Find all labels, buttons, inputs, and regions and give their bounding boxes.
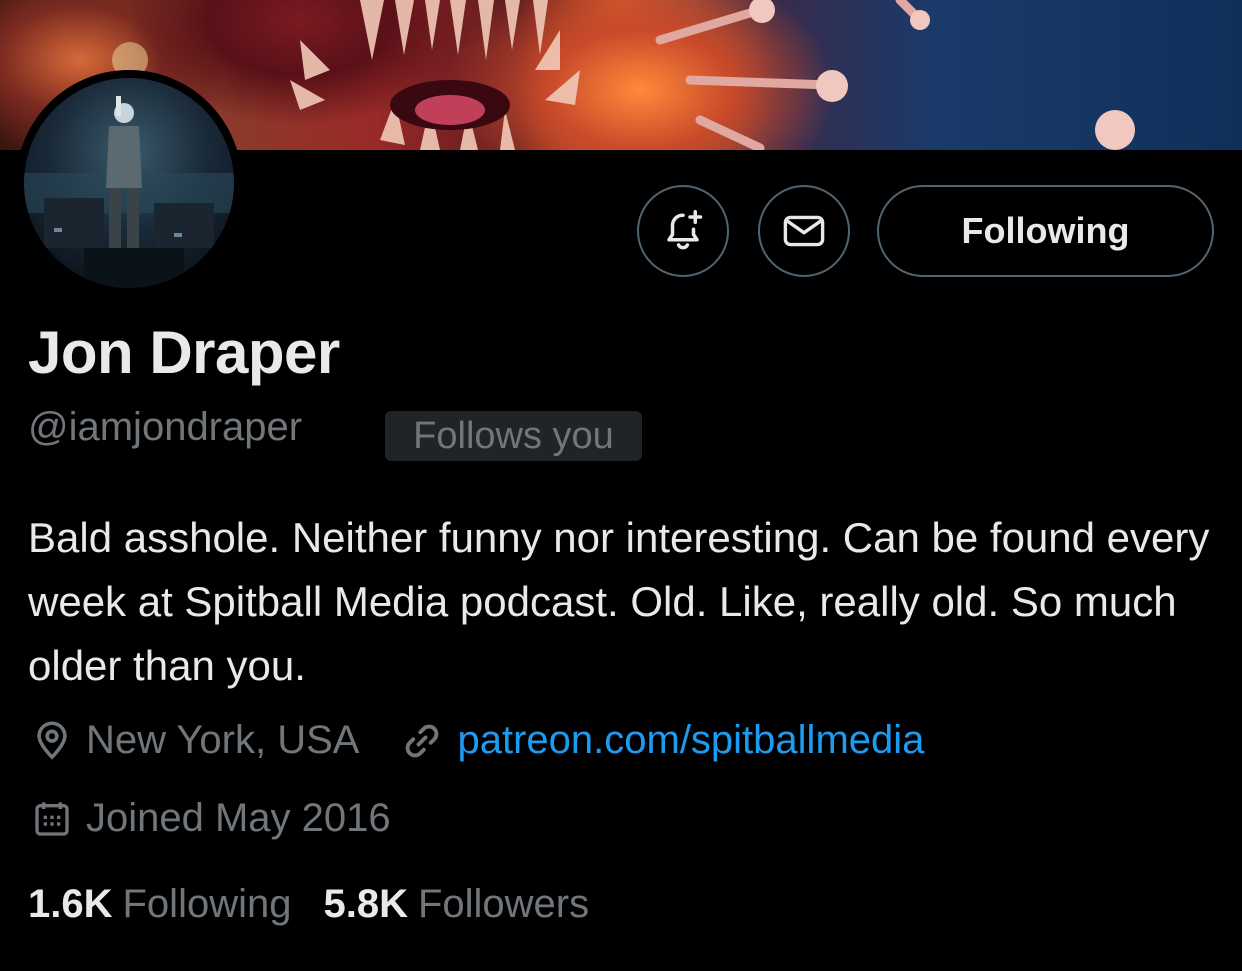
- calendar-icon: [35, 801, 69, 836]
- link-icon: [406, 724, 439, 757]
- envelope-icon: [783, 215, 825, 247]
- followers-count: 5.8K: [323, 882, 408, 926]
- display-name: Jon Draper: [28, 319, 340, 386]
- follow-stats: 1.6K Following 5.8K Followers: [28, 882, 621, 927]
- location-pin-icon: [37, 720, 67, 760]
- following-button[interactable]: Following: [877, 185, 1214, 277]
- notify-button[interactable]: [637, 185, 729, 277]
- username-handle: @iamjondraper: [28, 405, 303, 449]
- message-button[interactable]: [758, 185, 850, 277]
- following-label: Following: [122, 882, 292, 926]
- website-link[interactable]: patreon.com/spitballmedia: [457, 718, 924, 763]
- followers-stat[interactable]: 5.8K Followers: [323, 882, 589, 927]
- avatar-photo: [24, 78, 234, 288]
- location-text: New York, USA: [86, 718, 360, 762]
- avatar[interactable]: [16, 70, 242, 296]
- follows-you-badge: Follows you: [385, 411, 642, 461]
- profile-bio: Bald asshole. Neither funny nor interest…: [28, 514, 1210, 689]
- followers-label: Followers: [417, 882, 590, 926]
- following-stat[interactable]: 1.6K Following: [28, 882, 291, 927]
- joined-date: Joined May 2016: [86, 796, 391, 840]
- bell-plus-icon: [667, 210, 703, 250]
- joined-row: Joined May 2016: [32, 796, 391, 841]
- profile-meta-row: New York, USA patreon.com/spitballmedia: [32, 718, 924, 763]
- following-count: 1.6K: [28, 882, 113, 926]
